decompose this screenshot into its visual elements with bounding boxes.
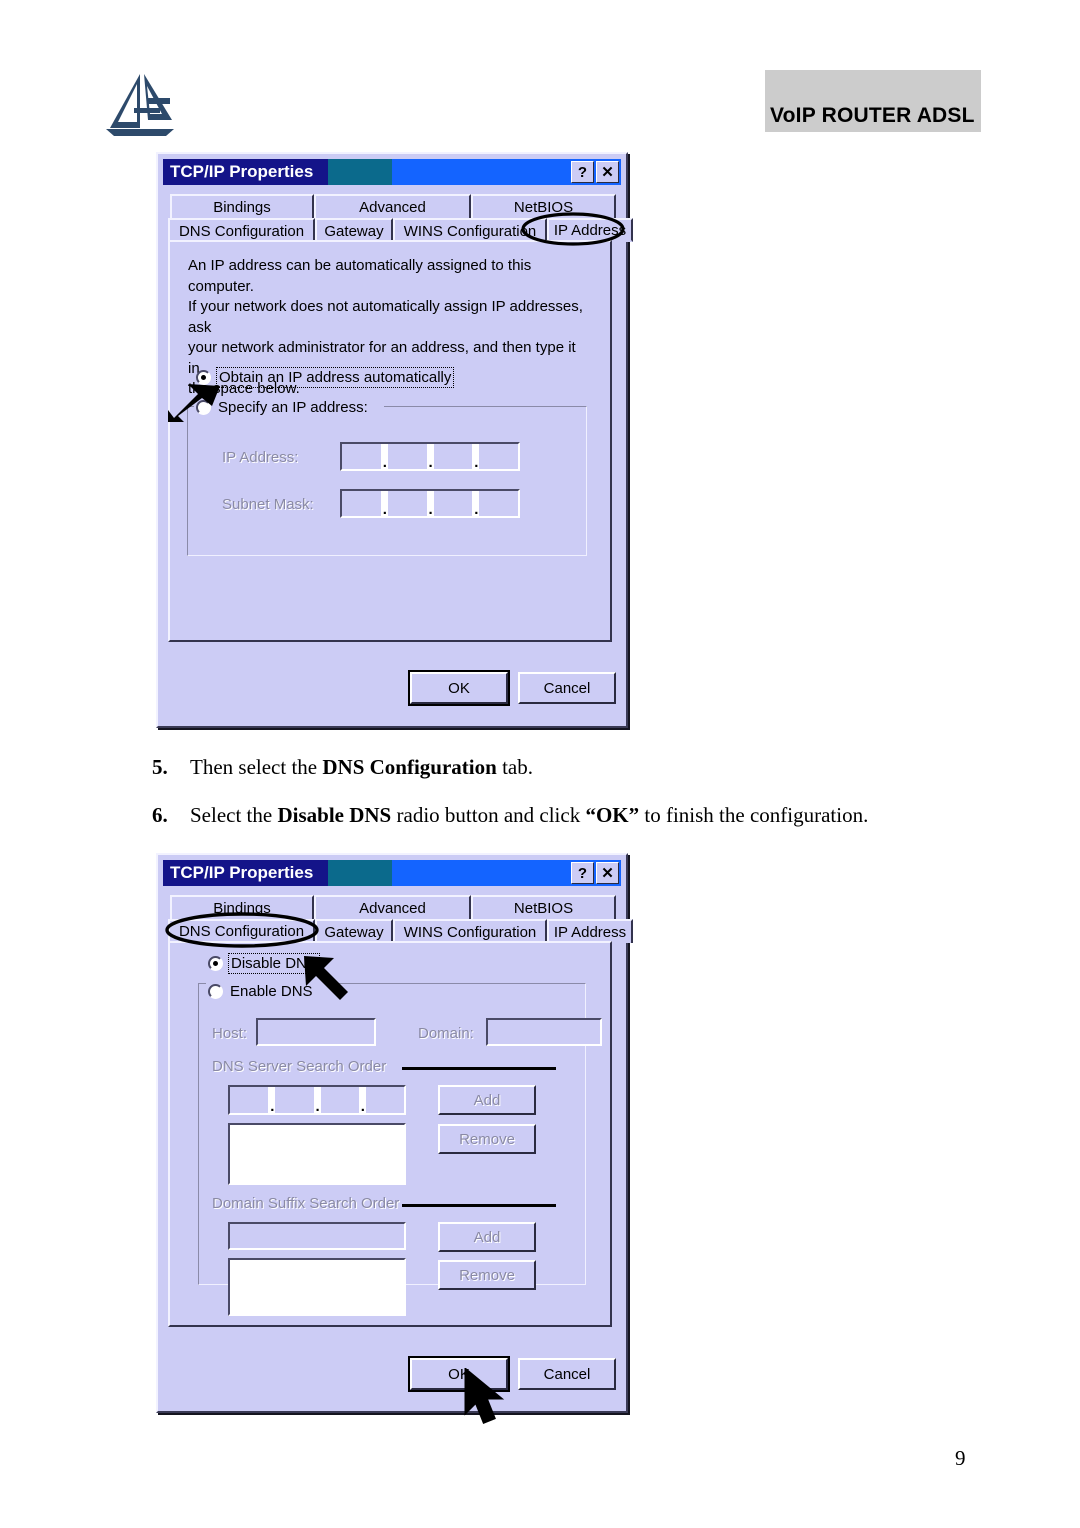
product-band-title: VoIP ROUTER ADSL (770, 104, 975, 127)
label-domain: Domain: (418, 1025, 474, 1042)
close-icon-dns[interactable]: ✕ (596, 862, 619, 884)
tab-dns-configuration-ip[interactable]: DNS Configuration (168, 218, 315, 242)
dns-ip-dot-1 (268, 1087, 276, 1115)
tab-bindings-dns[interactable]: Bindings (170, 895, 314, 919)
titlebar-buttons-dns: ? ✕ (571, 862, 619, 884)
section-rule-domain-suffix-search-order (402, 1204, 556, 1207)
cancel-button-ip[interactable]: Cancel (518, 672, 616, 704)
tab-advanced-ip[interactable]: Advanced (314, 194, 471, 218)
close-icon-ip[interactable]: ✕ (596, 161, 619, 183)
tab-advanced-dns[interactable]: Advanced (314, 895, 471, 919)
titlebar-ip[interactable]: TCP/IP Properties ? ✕ (163, 159, 621, 185)
step-5-text: Then select the DNS Configuration tab. (190, 755, 533, 779)
tab-ip-address-dns[interactable]: IP Address (547, 919, 633, 943)
subnet-dot-2 (426, 491, 434, 518)
groupbox-specify-ip-address (187, 406, 587, 556)
titlebar-title-dns: TCP/IP Properties (170, 863, 314, 882)
dns-ip-octet-3[interactable] (321, 1087, 359, 1113)
help-button-ip[interactable]: ? (571, 161, 594, 183)
subnet-octet-2[interactable] (388, 491, 427, 516)
ip-dot-3 (472, 444, 480, 471)
subnet-octet-3[interactable] (434, 491, 473, 516)
titlebar-dns[interactable]: TCP/IP Properties ? ✕ (163, 860, 621, 886)
tabs-row2-dns: DNS Configuration Gateway WINS Configura… (168, 919, 633, 943)
titlebar-buttons-ip: ? ✕ (571, 161, 619, 183)
dns-add-button[interactable]: Add (438, 1085, 536, 1115)
ip-octet-1[interactable] (342, 444, 381, 469)
tcpip-properties-dialog-dns: TCP/IP Properties ? ✕ Bindings Advanced … (156, 853, 633, 1413)
radio-enable-dns-indicator (208, 984, 223, 999)
ip-octet-2[interactable] (388, 444, 427, 469)
label-host: Host: (212, 1025, 248, 1042)
ip-octet-4[interactable] (479, 444, 518, 469)
tab-netbios-dns[interactable]: NetBIOS (471, 895, 616, 919)
radio-disable-dns-label: Disable DNS (228, 953, 320, 974)
tab-panel-dns-configuration: Disable DNS Enable DNS Host: Domain: DNS… (168, 941, 612, 1327)
page-number: 9 (955, 1446, 966, 1470)
subnet-octet-4[interactable] (479, 491, 518, 516)
ok-button-ip[interactable]: OK (410, 672, 508, 704)
page-header: VoIP ROUTER ADSL (0, 0, 1080, 150)
tab-wins-configuration-ip[interactable]: WINS Configuration (393, 218, 547, 242)
suffix-add-button[interactable]: Add (438, 1222, 536, 1252)
ok-button-dns[interactable]: OK (410, 1358, 508, 1390)
radio-obtain-label: Obtain an IP address automatically (215, 367, 455, 388)
tcpip-properties-dialog-ip: TCP/IP Properties ? ✕ Bindings Advanced … (156, 152, 633, 728)
domain-suffix-input[interactable] (228, 1222, 406, 1250)
tab-gateway-ip[interactable]: Gateway (315, 218, 393, 242)
dns-remove-button[interactable]: Remove (438, 1124, 536, 1154)
atlantis-logo-icon (104, 72, 176, 136)
domain-suffix-list[interactable] (228, 1258, 406, 1316)
subnet-dot-1 (380, 491, 388, 518)
radio-disable-dns-indicator (208, 956, 223, 971)
dns-ip-dot-2 (313, 1087, 321, 1115)
tab-netbios-ip[interactable]: NetBIOS (471, 194, 616, 218)
step-6-number: 6. (152, 803, 168, 827)
tab-bindings-ip[interactable]: Bindings (170, 194, 314, 218)
tabs-row2-ip: DNS Configuration Gateway WINS Configura… (168, 218, 633, 242)
radio-specify-indicator (196, 400, 211, 415)
label-ip-address: IP Address: (222, 449, 299, 466)
radio-obtain-indicator (196, 370, 211, 385)
titlebar-title-ip: TCP/IP Properties (170, 162, 314, 181)
label-subnet-mask: Subnet Mask: (222, 496, 314, 513)
dns-ip-octet-1[interactable] (230, 1087, 268, 1113)
step-6-text: Select the Disable DNS radio button and … (190, 803, 869, 827)
subnet-dot-3 (472, 491, 480, 518)
tab-dns-configuration-dns[interactable]: DNS Configuration (168, 919, 315, 943)
cancel-button-dns[interactable]: Cancel (518, 1358, 616, 1390)
domain-input[interactable] (486, 1018, 602, 1046)
tabs-row1-ip: Bindings Advanced NetBIOS (170, 194, 616, 218)
radio-obtain-ip-automatically[interactable]: Obtain an IP address automatically (196, 367, 455, 388)
dns-server-ip-input[interactable] (228, 1085, 406, 1115)
tabs-row1-dns: Bindings Advanced NetBIOS (170, 895, 616, 919)
host-input[interactable] (256, 1018, 376, 1046)
step-5-number: 5. (152, 755, 168, 779)
dns-ip-octet-2[interactable] (275, 1087, 313, 1113)
help-button-dns[interactable]: ? (571, 862, 594, 884)
ip-dot-2 (426, 444, 434, 471)
section-title-dns-server-search-order: DNS Server Search Order (212, 1058, 387, 1075)
tab-gateway-dns[interactable]: Gateway (315, 919, 393, 943)
subnet-mask-input[interactable] (340, 489, 520, 518)
dns-ip-octet-4[interactable] (366, 1087, 404, 1113)
radio-disable-dns[interactable]: Disable DNS (208, 953, 320, 974)
radio-specify-label: Specify an IP address: (218, 399, 368, 416)
tab-panel-ip-address: An IP address can be automatically assig… (168, 240, 612, 642)
subnet-octet-1[interactable] (342, 491, 381, 516)
section-title-domain-suffix-search-order: Domain Suffix Search Order (212, 1195, 400, 1212)
dns-ip-dot-3 (358, 1087, 366, 1115)
ip-dot-1 (380, 444, 388, 471)
ip-address-input[interactable] (340, 442, 520, 471)
radio-specify-ip-address[interactable]: Specify an IP address: (196, 399, 368, 416)
suffix-remove-button[interactable]: Remove (438, 1260, 536, 1290)
dns-server-list[interactable] (228, 1123, 406, 1185)
radio-enable-dns-label: Enable DNS (230, 983, 313, 1000)
tab-wins-configuration-dns[interactable]: WINS Configuration (393, 919, 547, 943)
tab-ip-address-ip[interactable]: IP Address (547, 218, 633, 242)
section-rule-dns-server-search-order (402, 1067, 556, 1070)
ip-octet-3[interactable] (434, 444, 473, 469)
radio-enable-dns[interactable]: Enable DNS (208, 983, 313, 1000)
